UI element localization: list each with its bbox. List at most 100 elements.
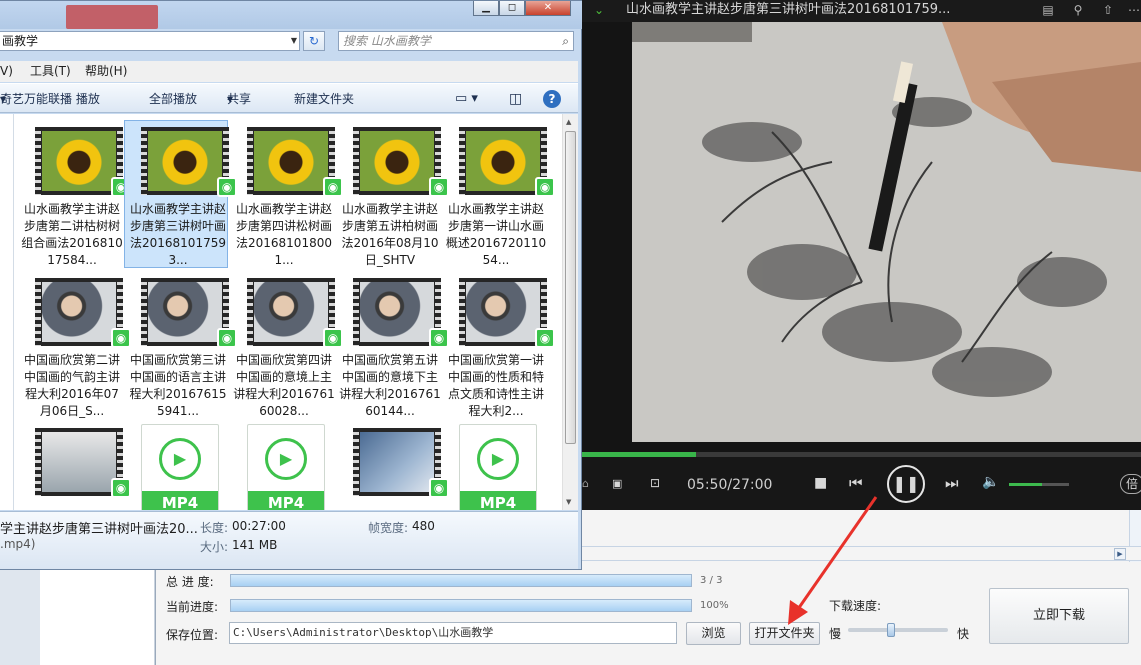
video-thumbnail <box>353 428 441 496</box>
download-now-button[interactable]: 立即下载 <box>989 588 1129 644</box>
file-name <box>21 502 123 510</box>
file-item[interactable]: ◉ 中国画欣赏第四讲中国画的意境上主讲程大利201676160028... <box>230 271 343 419</box>
volume-slider[interactable] <box>1009 483 1069 486</box>
file-item[interactable]: ◉ 山水画教学主讲赵步唐第五讲柏树画法2016年08月10日_SHTV <box>336 120 449 268</box>
save-path-field[interactable]: C:\Users\Administrator\Desktop\山水画教学 <box>229 622 677 644</box>
file-item[interactable]: ◉ 山水画教学主讲赵步唐第四讲松树画法201681018001... <box>230 120 343 268</box>
bullet-chat-icon[interactable]: ⊡ <box>650 476 660 490</box>
file-item[interactable]: ◉ 中国画欣赏第三讲中国画的语言主讲程大利201676155941... <box>124 271 237 419</box>
vertical-scrollbar[interactable]: ▲ ▼ <box>562 114 578 510</box>
share-label: 共享 <box>227 92 252 106</box>
file-item[interactable]: ◉ 山水画教学主讲赵步唐第二讲枯树树组合画法201681017584... <box>18 120 131 268</box>
search-input[interactable]: 搜索 山水画教学 ⌕ <box>338 31 574 51</box>
subtitle-icon[interactable]: ▣ <box>612 477 622 490</box>
menu-help[interactable]: 帮助(H) <box>85 61 127 82</box>
toolbar-new-folder[interactable]: 新建文件夹 <box>294 84 354 114</box>
file-item[interactable]: ◉ <box>336 421 449 510</box>
file-item[interactable]: ▶ MP4 <box>442 421 546 510</box>
file-name: 山水画教学主讲赵步唐第二讲枯树树组合画法201681017584... <box>21 202 123 267</box>
previous-icon[interactable]: ⏮ <box>849 474 863 492</box>
repeat-icon[interactable]: ⌂ <box>582 477 589 490</box>
file-name: 中国画欣赏第二讲中国画的气韵主讲程大利2016年07月06日_S... <box>23 353 120 418</box>
scrollbar-thumb[interactable] <box>565 131 576 444</box>
play-icon: ▶ <box>159 438 201 480</box>
slow-label: 慢 <box>829 627 842 641</box>
file-name: 山水画教学主讲赵步唐第三讲树叶画法201681017593... <box>129 202 226 267</box>
next-icon[interactable]: ⏭ <box>945 474 959 492</box>
scroll-right-icon[interactable]: ▶ <box>1114 548 1126 560</box>
video-frame[interactable] <box>632 22 1141 442</box>
file-item[interactable]: ▶ MP4 <box>124 421 228 510</box>
file-item[interactable]: ◉ 山水画教学主讲赵步唐第三讲树叶画法201681017593... <box>124 120 237 268</box>
scroll-down-icon[interactable]: ▼ <box>566 498 571 506</box>
close-icon[interactable]: ✕ <box>525 1 571 16</box>
file-name <box>339 502 441 510</box>
file-name: 山水画教学主讲赵步唐第五讲柏树画法2016年08月10日_SHTV <box>341 202 439 267</box>
volume-icon[interactable]: 🔈 <box>982 474 999 490</box>
file-item[interactable]: ◉ 中国画欣赏第五讲中国画的意境下主讲程大利201676160144... <box>336 271 449 419</box>
play-icon: ▶ <box>477 438 519 480</box>
video-content <box>632 22 1141 442</box>
current-progress-label: 当前进度: <box>166 600 219 614</box>
document-icon[interactable]: ▤ <box>1040 2 1056 18</box>
selected-filename: 学主讲赵步唐第三讲树叶画法20... <box>0 522 198 537</box>
minimize-icon[interactable]: ▁ <box>473 1 499 16</box>
video-thumbnail <box>247 127 335 195</box>
chevron-down-icon[interactable]: ⌄ <box>594 0 604 20</box>
toolbar-play-all[interactable]: 全部播放 <box>149 84 197 114</box>
player-title-bar: ⌄ 山水画教学主讲赵步唐第三讲树叶画法20168101759... ▤ ⚲ ⇧ … <box>582 0 1141 22</box>
slider-thumb[interactable] <box>887 623 895 637</box>
search-placeholder: 搜索 山水画教学 <box>343 34 431 48</box>
file-item[interactable]: ◉ <box>18 421 131 510</box>
window-icon <box>66 5 158 29</box>
navigation-pane[interactable] <box>0 114 14 510</box>
help-icon[interactable]: ? <box>543 90 561 108</box>
search-icon[interactable]: ⌕ <box>562 32 569 50</box>
stop-icon[interactable]: ■ <box>814 475 827 491</box>
total-progress-bar <box>230 574 692 587</box>
video-thumbnail <box>353 127 441 195</box>
file-item[interactable]: ▶ MP4 <box>230 421 334 510</box>
total-progress-label: 总 进 度: <box>166 575 214 589</box>
pin-icon[interactable]: ⇧ <box>1100 2 1116 18</box>
more-icon[interactable]: ⋯ <box>1126 2 1141 18</box>
toolbar-play-with[interactable]: 奇艺万能联播 播放 ▾ <box>0 84 100 114</box>
address-bar[interactable]: 画教学 ▼ <box>0 31 300 51</box>
browse-button[interactable]: 浏览 <box>686 622 741 645</box>
play-icon: ▶ <box>265 438 307 480</box>
menu-tools[interactable]: 工具(T) <box>30 61 71 82</box>
length-label: 长度: <box>200 521 229 535</box>
speed-badge[interactable]: 倍 <box>1120 474 1141 494</box>
player-title: 山水画教学主讲赵步唐第三讲树叶画法20168101759... <box>626 2 951 17</box>
total-progress-value: 3 / 3 <box>700 575 723 586</box>
share-icon[interactable]: ⚲ <box>1070 2 1086 18</box>
mp4-file-icon: ▶ MP4 <box>247 424 325 510</box>
file-name: 中国画欣赏第四讲中国画的意境上主讲程大利201676160028... <box>233 353 335 418</box>
file-item[interactable]: ◉ 中国画欣赏第二讲中国画的气韵主讲程大利2016年07月06日_S... <box>18 271 131 419</box>
video-thumbnail <box>459 278 547 346</box>
preview-pane-icon[interactable]: ◫ <box>509 84 522 114</box>
menu-view[interactable]: V) <box>0 61 13 82</box>
change-view-icon[interactable]: ▭ ▾ <box>455 84 478 114</box>
video-player-window: ⌄ 山水画教学主讲赵步唐第三讲树叶画法20168101759... ▤ ⚲ ⇧ … <box>582 0 1141 510</box>
pause-icon[interactable]: ❚❚ <box>887 465 925 503</box>
selected-filetype: .mp4) <box>0 537 36 551</box>
toolbar-share[interactable]: 共享 ▾ <box>227 84 251 114</box>
video-thumbnail <box>35 127 123 195</box>
size-label: 大小: <box>200 540 229 554</box>
chevron-down-icon[interactable]: ▼ <box>291 32 297 50</box>
menu-bar: V) 工具(T) 帮助(H) <box>0 61 578 82</box>
file-item[interactable]: ◉ 中国画欣赏第一讲中国画的性质和特点文质和诗性主讲程大利2... <box>442 271 555 419</box>
video-thumbnail <box>353 278 441 346</box>
refresh-icon[interactable]: ↻ <box>303 31 325 51</box>
video-thumbnail <box>35 428 123 496</box>
file-name: 山水画教学主讲赵步唐第一讲山水画概述201672011054... <box>445 202 547 267</box>
maximize-icon[interactable]: ◻ <box>499 1 525 16</box>
scroll-up-icon[interactable]: ▲ <box>566 118 571 126</box>
open-folder-button[interactable]: 打开文件夹 <box>749 622 820 645</box>
mp4-file-icon: ▶ MP4 <box>459 424 537 510</box>
fast-label: 快 <box>957 627 970 641</box>
video-thumbnail <box>459 127 547 195</box>
download-speed-slider[interactable] <box>848 623 948 637</box>
file-item[interactable]: ◉ 山水画教学主讲赵步唐第一讲山水画概述201672011054... <box>442 120 555 268</box>
